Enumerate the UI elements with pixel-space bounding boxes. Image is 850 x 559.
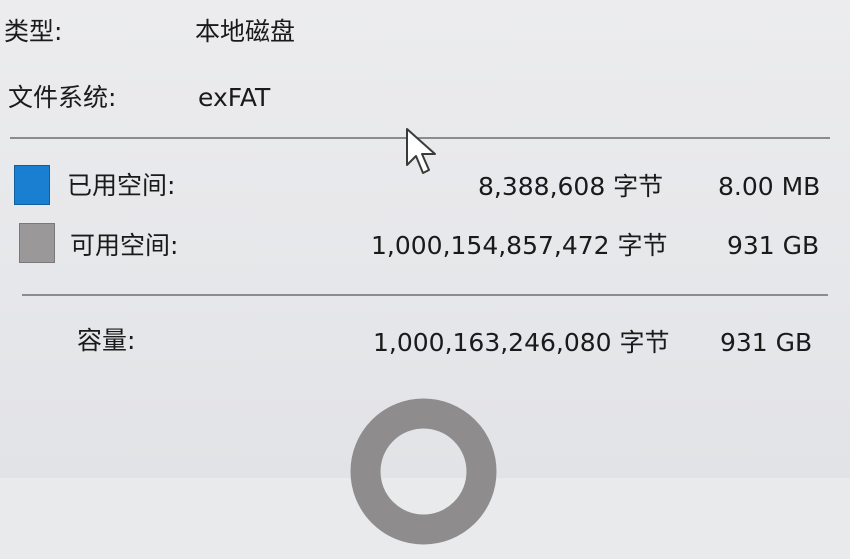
mouse-pointer-icon (406, 128, 436, 174)
free-space-bytes: 1,000,154,857,472 字节 (371, 231, 668, 260)
type-label: 类型: (4, 17, 63, 46)
capacity-size: 931 GB (720, 328, 813, 357)
capacity-label: 容量: (77, 326, 136, 355)
divider-bottom (22, 294, 828, 296)
capacity-bytes: 1,000,163,246,080 字节 (373, 328, 670, 357)
filesystem-label: 文件系统: (8, 83, 117, 112)
disk-usage-donut (350, 398, 497, 545)
donut-free-ring (350, 398, 497, 545)
used-space-bytes: 8,388,608 字节 (478, 172, 664, 201)
filesystem-value: exFAT (198, 83, 271, 112)
used-space-size: 8.00 MB (718, 172, 821, 201)
free-space-swatch (19, 223, 55, 263)
type-value: 本地磁盘 (195, 17, 296, 46)
used-space-label: 已用空间: (67, 171, 176, 200)
free-space-label: 可用空间: (70, 231, 179, 260)
disk-properties-panel: 类型: 本地磁盘 文件系统: exFAT 已用空间: 8,388,608 字节 … (0, 0, 850, 545)
used-space-swatch (14, 165, 50, 205)
free-space-size: 931 GB (727, 231, 820, 260)
